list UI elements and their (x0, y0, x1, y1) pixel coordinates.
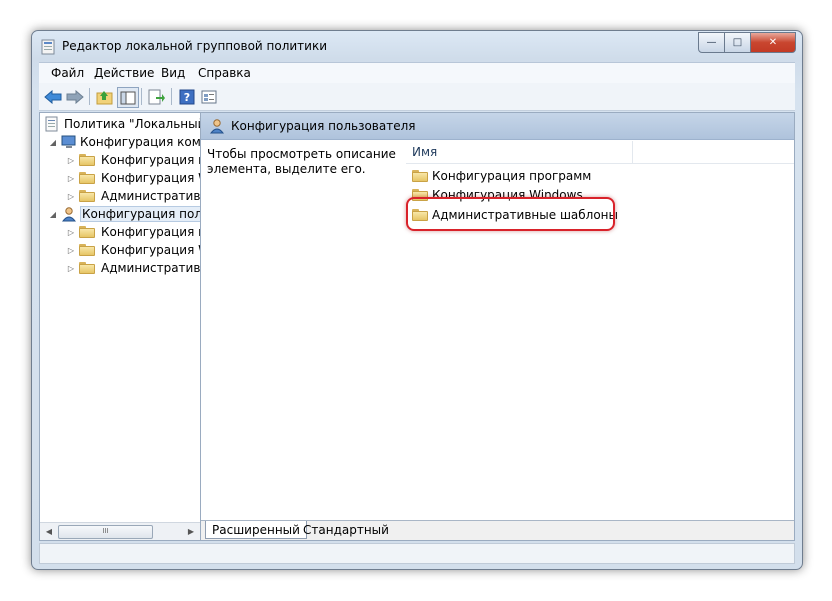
client-area: Политика "Локальный ◢ Конфигурация компь… (39, 112, 795, 541)
folder-icon (412, 170, 428, 182)
collapsed-arrow-icon[interactable]: ▷ (66, 192, 76, 201)
window-title: Редактор локальной групповой политики (62, 39, 328, 53)
folder-icon (79, 262, 95, 274)
folder-icon (79, 244, 95, 256)
details-pane: Конфигурация пользователя Чтобы просмотр… (201, 113, 794, 540)
tree-item-computer-config[interactable]: ◢ Конфигурация компь (48, 133, 201, 151)
svg-text:?: ? (184, 91, 190, 104)
tab-extended[interactable]: Расширенный (205, 521, 307, 539)
help-icon[interactable]: ? (177, 87, 197, 106)
show-hide-tree-icon[interactable] (117, 87, 139, 108)
column-divider[interactable] (632, 141, 633, 163)
column-header-name[interactable]: Имя (412, 145, 437, 159)
folder-icon (79, 154, 95, 166)
policy-document-icon (45, 116, 58, 132)
tree-item[interactable]: ▷ Конфигурация п (66, 223, 201, 241)
up-folder-icon[interactable] (95, 87, 115, 106)
toolbar-separator (141, 88, 142, 105)
collapsed-arrow-icon[interactable]: ▷ (66, 228, 76, 237)
export-list-icon[interactable] (147, 87, 167, 106)
window-controls: — □ ✕ (698, 32, 796, 53)
horizontal-scrollbar[interactable]: ◀ III ▶ (40, 522, 200, 540)
computer-icon (61, 135, 76, 148)
column-header-row: Имя (406, 141, 794, 164)
maximize-button[interactable]: □ (725, 32, 751, 53)
menu-bar: Файл Действие Вид Справка (39, 62, 795, 83)
tree-item[interactable]: ▷ Конфигурация п (66, 151, 201, 169)
folder-icon (79, 190, 95, 202)
menu-view[interactable]: Вид (161, 66, 185, 80)
user-icon (61, 207, 77, 222)
collapsed-arrow-icon[interactable]: ▷ (66, 174, 76, 183)
tree-item-label: Административ (101, 261, 201, 275)
app-window: Редактор локальной групповой политики — … (31, 30, 803, 570)
menu-help[interactable]: Справка (198, 66, 251, 80)
toolbar-separator (89, 88, 90, 105)
tree-item-label: Конфигурация п (101, 225, 201, 239)
tree-item-label: Конфигурация п (101, 153, 201, 167)
expanded-arrow-icon[interactable]: ◢ (48, 210, 58, 219)
collapsed-arrow-icon[interactable]: ▷ (66, 246, 76, 255)
tree-pane: Политика "Локальный ◢ Конфигурация компь… (40, 113, 201, 540)
tree-item[interactable]: ▷ Административ (66, 187, 200, 205)
tab-standard[interactable]: Стандартный (297, 521, 395, 538)
tree-item[interactable]: ▷ Административ (66, 259, 200, 277)
back-arrow-icon[interactable] (43, 87, 63, 106)
collapsed-arrow-icon[interactable]: ▷ (66, 156, 76, 165)
tree-item-user-config[interactable]: ◢ Конфигурация поль (48, 205, 200, 223)
title-bar[interactable]: Редактор локальной групповой политики — … (32, 31, 802, 61)
tree-item-label: Конфигурация W (101, 243, 201, 257)
menu-action[interactable]: Действие (94, 66, 154, 80)
tree-item-label: Конфигурация компь (80, 135, 201, 149)
details-header-title: Конфигурация пользователя (231, 119, 416, 133)
view-tabs: Расширенный Стандартный (201, 520, 794, 540)
tree-item-label: Конфигурация W (101, 171, 201, 185)
description-text: Чтобы просмотреть описание элемента, выд… (207, 147, 396, 176)
tree-root[interactable]: Политика "Локальный (44, 115, 201, 133)
details-header: Конфигурация пользователя (201, 113, 794, 140)
list-item-label: Конфигурация программ (432, 169, 592, 183)
user-icon (209, 119, 225, 134)
tree-root-label: Политика "Локальный (64, 117, 201, 131)
folder-icon (79, 226, 95, 238)
collapsed-arrow-icon[interactable]: ▷ (66, 264, 76, 273)
tree-item[interactable]: ▷ Конфигурация W (66, 241, 201, 259)
scroll-right-icon[interactable]: ▶ (185, 525, 197, 537)
tree-item-label: Административ (101, 189, 201, 203)
list-item[interactable]: Конфигурация программ (412, 167, 591, 185)
close-button[interactable]: ✕ (751, 32, 796, 53)
expanded-arrow-icon[interactable]: ◢ (48, 138, 58, 147)
forward-arrow-icon[interactable] (65, 87, 85, 106)
scroll-left-icon[interactable]: ◀ (43, 525, 55, 537)
status-bar (39, 543, 795, 564)
tree-item[interactable]: ▷ Конфигурация W (66, 169, 201, 187)
group-policy-editor-icon (41, 39, 55, 55)
folder-icon (79, 172, 95, 184)
toolbar-separator (171, 88, 172, 105)
properties-icon[interactable] (199, 87, 219, 106)
scrollbar-thumb[interactable]: III (58, 525, 153, 539)
tree-item-label: Конфигурация поль (80, 206, 200, 222)
toolbar: ? (39, 83, 795, 111)
menu-file[interactable]: Файл (51, 66, 84, 80)
minimize-button[interactable]: — (698, 32, 725, 53)
highlight-outline (406, 197, 615, 231)
